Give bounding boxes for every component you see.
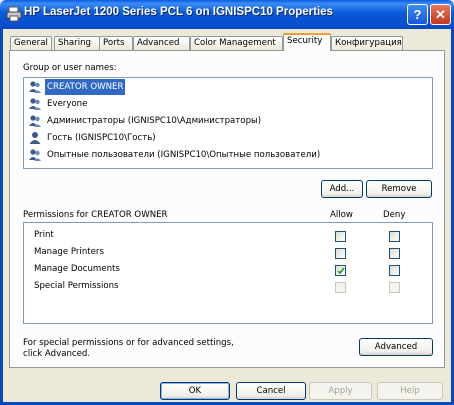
user-group-icon [29,149,41,161]
permission-name: Special Permissions [34,281,119,291]
list-item-guest[interactable]: Гость (IGNISPC10\Гость) [26,130,430,146]
permission-name: Manage Printers [34,247,104,257]
list-item-everyone[interactable]: Everyone [26,96,430,112]
print-allow-checkbox[interactable] [335,231,346,242]
user-name: Everyone [47,99,88,109]
checkmark-icon [337,267,345,275]
special-permissions-deny-checkbox [389,282,400,293]
list-item-administrators[interactable]: Администраторы (IGNISPC10\Администраторы… [26,113,430,129]
tab-sharing[interactable]: Sharing [54,36,100,50]
help-button: Help [377,382,443,400]
cancel-button[interactable]: Cancel [236,382,306,400]
apply-button: Apply [309,382,372,400]
permission-name: Print [34,230,54,240]
user-name: Опытные пользователи (IGNISPC10\Опытные … [47,150,321,160]
permission-name: Manage Documents [34,264,120,274]
window-frame-left [0,29,3,405]
list-item-power-users[interactable]: Опытные пользователи (IGNISPC10\Опытные … [26,147,430,163]
tab-general[interactable]: General [10,36,52,50]
close-button[interactable]: ✕ [430,4,451,25]
tab-color-management[interactable]: Color Management [190,36,283,50]
user-name: Гость (IGNISPC10\Гость) [47,133,156,143]
ok-button[interactable]: OK [160,382,230,400]
advanced-button[interactable]: Advanced [359,338,433,356]
permissions-label: Permissions for CREATOR OWNER [23,210,168,220]
user-group-icon [29,98,41,110]
print-deny-checkbox[interactable] [389,231,400,242]
advanced-hint-text: For special permissions or for advanced … [23,338,234,359]
user-name: CREATOR OWNER [45,79,126,95]
allow-column-header: Allow [330,210,353,220]
manage-documents-allow-checkbox[interactable] [335,265,346,276]
tab-security[interactable]: Security [283,33,331,51]
manage-documents-deny-checkbox[interactable] [389,265,400,276]
title-bar[interactable]: HP LaserJet 1200 Series PCL 6 on IGNISPC… [0,0,454,29]
special-permissions-allow-checkbox [335,282,346,293]
user-name: Администраторы (IGNISPC10\Администраторы… [47,116,262,126]
user-icon [29,132,41,144]
users-listbox[interactable]: CREATOR OWNER Everyone Администраторы (I… [23,77,433,169]
manage-printers-allow-checkbox[interactable] [335,248,346,259]
deny-column-header: Deny [383,210,406,220]
tab-configuration[interactable]: Конфигурация [331,36,403,50]
manage-printers-deny-checkbox[interactable] [389,248,400,259]
help-title-button[interactable]: ? [407,4,428,25]
add-button[interactable]: Add... [321,180,363,198]
user-group-icon [29,115,41,127]
permissions-list[interactable]: Print Manage Printers Manage Documents S… [23,222,433,324]
printer-icon [6,6,22,22]
group-or-user-names-label: Group or user names: [23,63,117,73]
remove-button[interactable]: Remove [366,180,432,198]
tab-ports[interactable]: Ports [99,36,133,50]
tab-advanced[interactable]: Advanced [133,36,190,50]
list-item-creator-owner[interactable]: CREATOR OWNER [26,79,430,95]
window-title: HP LaserJet 1200 Series PCL 6 on IGNISPC… [24,6,333,18]
user-group-icon [29,81,41,93]
